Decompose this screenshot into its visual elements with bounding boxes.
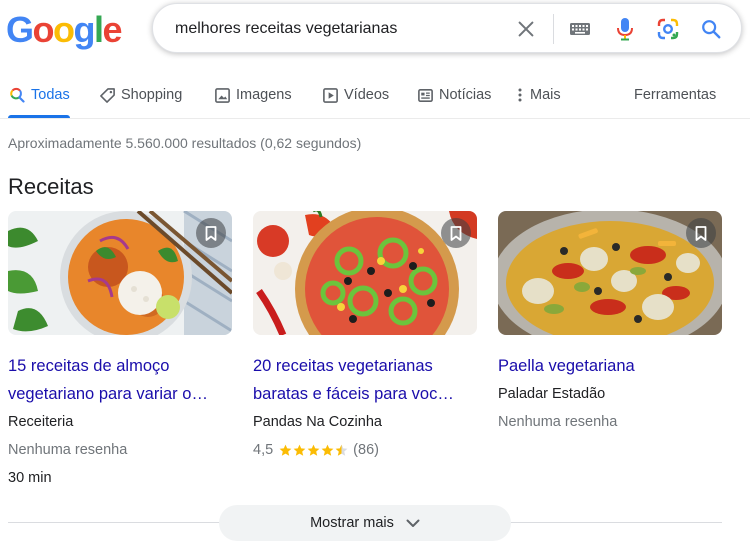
recipes-section-title: Receitas — [8, 174, 94, 199]
search-box — [152, 3, 742, 53]
news-icon — [416, 86, 434, 104]
chevron-down-icon — [406, 519, 420, 528]
keyboard-icon — [570, 23, 590, 35]
star-half-icon — [335, 444, 348, 456]
close-icon — [518, 21, 534, 37]
image-icon — [213, 86, 231, 104]
tab-label: Imagens — [236, 87, 292, 103]
recipe-time: 30 min — [8, 470, 52, 486]
recipe-source: Paladar Estadão — [498, 386, 606, 402]
tab-noticias[interactable]: Notícias — [416, 78, 491, 118]
microphone-icon — [617, 18, 633, 41]
recipe-title[interactable]: 15 receitas de almoço vegetariano para v… — [8, 352, 232, 408]
rating-stars — [279, 444, 349, 457]
search-divider — [553, 14, 554, 44]
recipe-card[interactable]: 15 receitas de almoço vegetariano para v… — [8, 211, 232, 492]
save-recipe-button[interactable] — [686, 218, 716, 248]
tab-todas[interactable]: Todas — [8, 78, 70, 118]
save-recipe-button[interactable] — [196, 218, 226, 248]
search-tabs: Todas Shopping Imagens Vídeos Notícias M… — [0, 78, 750, 118]
rating-value: 4,5 — [253, 442, 274, 458]
tag-icon — [98, 86, 116, 104]
clear-search-button[interactable] — [514, 17, 538, 41]
tab-shopping[interactable]: Shopping — [98, 78, 182, 118]
save-recipe-button[interactable] — [441, 218, 471, 248]
recipe-card[interactable]: Paella vegetariana Paladar Estadão Nenhu… — [498, 211, 722, 436]
recipe-image[interactable] — [8, 211, 232, 335]
recipe-card[interactable]: 20 receitas vegetarianas baratas e fácei… — [253, 211, 477, 464]
google-lens-icon — [657, 18, 679, 40]
show-more-button[interactable]: Mostrar mais — [219, 505, 511, 541]
star-full-icon — [307, 444, 320, 456]
tab-mais[interactable]: Mais — [516, 78, 561, 118]
recipe-source: Receiteria — [8, 414, 74, 430]
tab-videos[interactable]: Vídeos — [321, 78, 389, 118]
search-icon — [702, 20, 721, 39]
tabs-divider — [0, 118, 750, 119]
bookmark-icon — [205, 225, 217, 241]
search-icon — [8, 86, 26, 104]
show-more-label: Mostrar mais — [310, 515, 394, 531]
virtual-keyboard-button[interactable] — [568, 17, 592, 41]
tab-label: Mais — [530, 87, 561, 103]
tools-button[interactable]: Ferramentas — [634, 78, 716, 118]
rating-count: (86) — [353, 442, 379, 458]
tab-label: Vídeos — [344, 87, 390, 103]
recipe-rating: 4,5 (86) — [253, 436, 477, 464]
more-vert-icon — [516, 86, 524, 104]
search-button[interactable] — [699, 17, 723, 41]
image-search-button[interactable] — [656, 17, 680, 41]
tab-imagens[interactable]: Imagens — [213, 78, 292, 118]
recipe-image[interactable] — [253, 211, 477, 335]
recipe-source: Pandas Na Cozinha — [253, 414, 382, 430]
recipe-title[interactable]: Paella vegetariana — [498, 352, 722, 380]
recipe-review: Nenhuma resenha — [8, 442, 128, 458]
play-icon — [321, 86, 339, 104]
recipe-review: Nenhuma resenha — [498, 414, 618, 430]
tab-label: Todas — [31, 87, 70, 103]
search-input[interactable] — [175, 17, 495, 41]
bookmark-icon — [450, 225, 462, 241]
google-logo[interactable]: Google — [6, 10, 123, 50]
voice-search-button[interactable] — [613, 17, 637, 41]
recipe-image[interactable] — [498, 211, 722, 335]
star-full-icon — [279, 444, 292, 456]
bookmark-icon — [695, 225, 707, 241]
result-stats: Aproximadamente 5.560.000 resultados (0,… — [8, 135, 362, 151]
star-full-icon — [321, 444, 334, 456]
tools-label: Ferramentas — [634, 87, 717, 103]
recipe-title[interactable]: 20 receitas vegetarianas baratas e fácei… — [253, 352, 477, 408]
tab-label: Shopping — [121, 87, 183, 103]
tab-label: Notícias — [439, 87, 492, 103]
star-full-icon — [293, 444, 306, 456]
